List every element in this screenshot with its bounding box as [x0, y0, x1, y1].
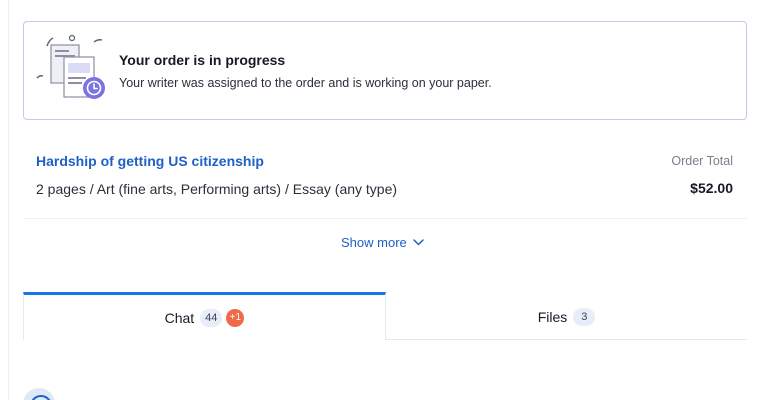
- left-border: [8, 0, 9, 400]
- order-details: 2 pages / Art (fine arts, Performing art…: [36, 181, 398, 197]
- order-total-label: Order Total: [671, 154, 733, 168]
- files-count-badge: 3: [573, 308, 596, 326]
- tab-files[interactable]: Files 3: [386, 292, 747, 340]
- order-tabs: Chat 44 +1 Files 3: [23, 292, 747, 340]
- chat-new-messages-badge: +1: [226, 308, 245, 327]
- status-description: Your writer was assigned to the order an…: [119, 76, 492, 90]
- order-status-card: Your order is in progress Your writer wa…: [23, 21, 747, 120]
- order-page: Your order is in progress Your writer wa…: [0, 0, 771, 400]
- section-divider: [23, 218, 747, 219]
- order-total-value: $52.00: [690, 180, 733, 196]
- tab-chat[interactable]: Chat 44 +1: [23, 292, 386, 340]
- tab-files-label: Files: [537, 309, 568, 325]
- document-clock-illustration-icon: [34, 32, 108, 106]
- chat-count-badge: 44: [200, 308, 223, 327]
- order-title-link[interactable]: Hardship of getting US citizenship: [36, 153, 264, 169]
- avatar: [23, 388, 55, 400]
- tab-chat-label: Chat: [164, 309, 195, 326]
- show-more-button[interactable]: Show more: [341, 235, 424, 250]
- chevron-down-icon: [413, 239, 424, 246]
- show-more-label: Show more: [341, 235, 407, 250]
- status-title: Your order is in progress: [119, 52, 286, 68]
